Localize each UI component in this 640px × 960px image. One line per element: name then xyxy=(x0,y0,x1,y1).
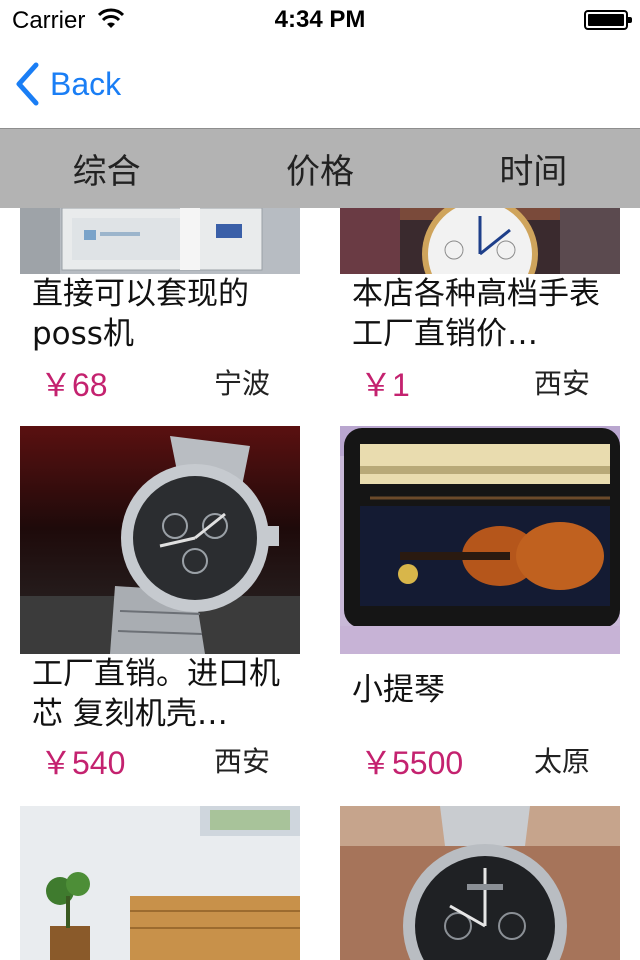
longines-watch-photo xyxy=(340,806,620,960)
bedroom-photo xyxy=(20,806,300,960)
status-time: 4:34 PM xyxy=(274,6,366,33)
sort-tab-time[interactable]: 时间 xyxy=(427,129,640,208)
product-card[interactable] xyxy=(20,806,300,960)
watch-photo xyxy=(340,208,620,274)
product-title: 本店各种高档手表 工厂直销价… xyxy=(352,276,600,352)
product-title: 工厂直销。进口机芯 复刻机壳… xyxy=(32,656,280,732)
product-title: 直接可以套现的poss机 xyxy=(32,276,249,352)
product-price: ￥5500 xyxy=(360,745,464,781)
product-city: 宁波 xyxy=(213,367,270,400)
navigation-bar: Back xyxy=(0,40,640,128)
product-card[interactable] xyxy=(340,806,620,960)
product-grid[interactable]: 直接可以套现的poss机 ￥68 宁波 本店各种高档手表 工厂直销价… ￥1 西… xyxy=(0,208,640,960)
sort-bar: 综合 价格 时间 xyxy=(0,128,640,208)
sort-tab-comprehensive[interactable]: 综合 xyxy=(0,129,213,208)
product-price: ￥68 xyxy=(40,367,108,403)
product-card[interactable]: 直接可以套现的poss机 ￥68 宁波 xyxy=(20,208,300,408)
status-bar: Carrier 4:34 PM xyxy=(0,0,640,40)
violin-case-photo xyxy=(340,426,620,654)
product-city: 西安 xyxy=(533,367,590,400)
back-label: Back xyxy=(50,65,122,102)
product-price: ￥540 xyxy=(40,745,126,781)
product-price: ￥1 xyxy=(360,367,410,403)
product-card[interactable]: 工厂直销。进口机芯 复刻机壳… ￥540 西安 xyxy=(20,426,300,786)
product-city: 太原 xyxy=(533,745,590,778)
chevron-left-icon xyxy=(16,62,39,106)
pos-terminal-photo xyxy=(20,208,300,274)
battery-icon xyxy=(584,10,632,30)
steel-watch-photo xyxy=(20,426,300,654)
product-card[interactable]: 本店各种高档手表 工厂直销价… ￥1 西安 xyxy=(340,208,620,408)
back-button[interactable]: Back xyxy=(14,60,121,108)
product-city: 西安 xyxy=(213,745,270,778)
product-title: 小提琴 xyxy=(352,672,445,708)
sort-tab-price[interactable]: 价格 xyxy=(213,129,426,208)
product-card[interactable]: 小提琴 ￥5500 太原 xyxy=(340,426,620,786)
